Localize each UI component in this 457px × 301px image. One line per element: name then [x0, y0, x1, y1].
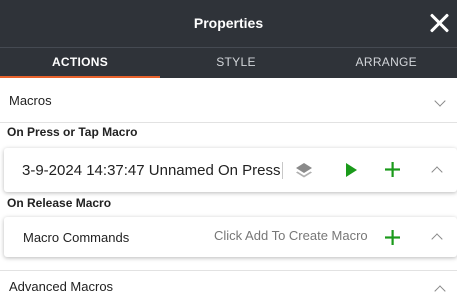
properties-header: Properties: [0, 0, 457, 47]
add-icon[interactable]: [384, 229, 401, 246]
create-macro-hint: Click Add To Create Macro: [214, 228, 368, 243]
macro-commands-label: Macro Commands: [23, 230, 130, 245]
on-press-macro-card: [4, 148, 457, 192]
macros-section-label: Macros: [9, 93, 52, 108]
chevron-up-icon[interactable]: [431, 233, 443, 245]
chevron-up-icon[interactable]: [431, 166, 443, 178]
tab-actions[interactable]: ACTIONS: [0, 48, 160, 78]
on-release-section-label: On Release Macro: [7, 196, 112, 210]
on-press-macro-name-field[interactable]: [22, 161, 280, 179]
tab-arrange[interactable]: ARRANGE: [312, 48, 457, 78]
macros-section-header[interactable]: Macros: [0, 78, 457, 123]
advanced-macros-section-header[interactable]: Advanced Macros: [0, 270, 457, 301]
layers-icon[interactable]: [294, 161, 314, 181]
tab-bar: ACTIONS STYLE ARRANGE: [0, 47, 457, 78]
add-icon[interactable]: [384, 161, 401, 178]
field-divider: [282, 162, 283, 179]
tab-style[interactable]: STYLE: [160, 48, 312, 78]
close-icon[interactable]: [427, 11, 451, 35]
advanced-macros-label: Advanced Macros: [9, 279, 114, 294]
play-icon[interactable]: [343, 162, 359, 178]
panel-title: Properties: [193, 15, 264, 31]
chevron-down-icon[interactable]: [434, 95, 446, 107]
on-release-macro-card: Macro Commands Click Add To Create Macro: [4, 217, 457, 257]
chevron-up-icon[interactable]: [434, 285, 446, 297]
on-press-section-label: On Press or Tap Macro: [7, 125, 138, 139]
